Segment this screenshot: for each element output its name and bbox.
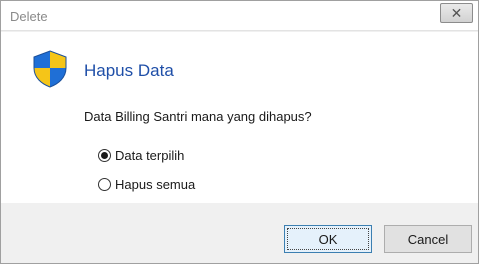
cancel-button[interactable]: Cancel <box>384 225 472 253</box>
uac-shield-icon <box>33 50 67 88</box>
close-button[interactable]: ✕ <box>440 3 473 23</box>
option-hapus-semua[interactable]: Hapus semua <box>98 177 195 192</box>
radio-hapus-semua[interactable] <box>98 178 111 191</box>
option-label-hapus-semua: Hapus semua <box>115 177 196 192</box>
radio-data-terpilih[interactable] <box>98 149 111 162</box>
dialog-content: Hapus Data Data Billing Santri mana yang… <box>1 32 478 203</box>
delete-dialog: Delete ✕ Hapus Data Data Billing Santri … <box>0 0 479 264</box>
dialog-footer: OK Cancel <box>1 203 478 263</box>
title-bar: Delete ✕ <box>1 1 478 31</box>
option-data-terpilih[interactable]: Data terpilih <box>98 148 184 163</box>
option-label-data-terpilih: Data terpilih <box>115 148 185 163</box>
close-icon: ✕ <box>450 4 463 21</box>
window-title: Delete <box>10 9 48 24</box>
ok-button[interactable]: OK <box>284 225 372 253</box>
dialog-question: Data Billing Santri mana yang dihapus? <box>84 109 312 124</box>
dialog-heading: Hapus Data <box>84 61 174 80</box>
